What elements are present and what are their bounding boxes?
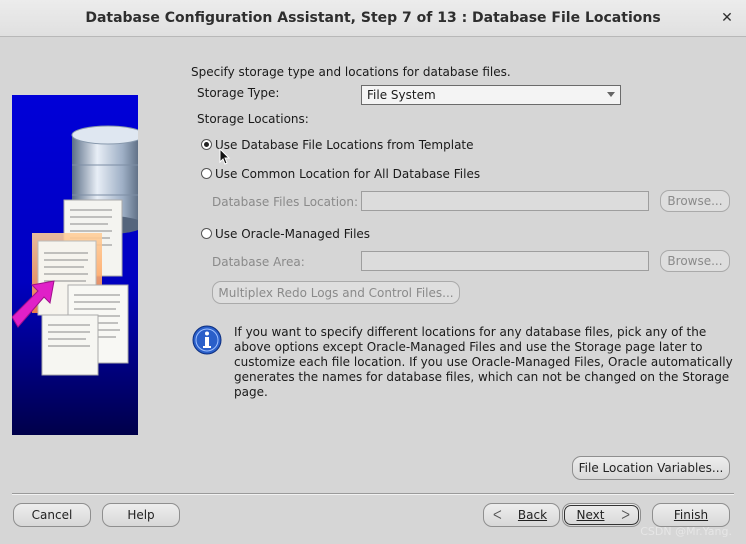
storage-type-label: Storage Type: bbox=[197, 86, 280, 100]
browse-database-area-button[interactable]: Browse... bbox=[660, 250, 730, 272]
window-title: Database Configuration Assistant, Step 7… bbox=[85, 10, 661, 26]
finish-button[interactable]: Finish bbox=[652, 503, 730, 527]
chevron-down-icon bbox=[607, 92, 615, 97]
info-message: If you want to specify different locatio… bbox=[234, 325, 733, 399]
database-files-illustration bbox=[12, 95, 138, 435]
radio-common-location[interactable] bbox=[201, 168, 212, 179]
database-area-input[interactable] bbox=[361, 251, 649, 271]
browse-files-location-button[interactable]: Browse... bbox=[660, 190, 730, 212]
next-button[interactable]: Next ᐳ bbox=[562, 503, 641, 527]
back-button[interactable]: ᐸ Back bbox=[483, 503, 560, 527]
database-area-label: Database Area: bbox=[212, 255, 305, 269]
dialog-body: Specify storage type and locations for d… bbox=[0, 38, 746, 544]
option-oracle-managed-label[interactable]: Use Oracle-Managed Files bbox=[215, 227, 370, 241]
info-icon bbox=[192, 325, 222, 355]
close-icon[interactable]: ✕ bbox=[718, 9, 736, 27]
chevron-right-icon: ᐳ bbox=[621, 508, 630, 522]
database-files-location-input[interactable] bbox=[361, 191, 649, 211]
wizard-illustration bbox=[12, 95, 138, 435]
chevron-left-icon: ᐸ bbox=[493, 508, 502, 522]
help-button[interactable]: Help bbox=[102, 503, 180, 527]
storage-type-select[interactable]: File System bbox=[361, 85, 621, 105]
multiplex-redo-logs-button[interactable]: Multiplex Redo Logs and Control Files... bbox=[212, 281, 460, 304]
database-files-location-label: Database Files Location: bbox=[212, 195, 359, 209]
option-template-locations-label[interactable]: Use Database File Locations from Templat… bbox=[215, 138, 474, 152]
cancel-button[interactable]: Cancel bbox=[13, 503, 91, 527]
back-button-label: Back bbox=[517, 508, 548, 522]
title-bar: Database Configuration Assistant, Step 7… bbox=[0, 0, 746, 37]
footer-separator bbox=[12, 493, 734, 495]
radio-template-locations[interactable] bbox=[201, 139, 212, 150]
radio-oracle-managed[interactable] bbox=[201, 228, 212, 239]
file-location-variables-button[interactable]: File Location Variables... bbox=[572, 456, 730, 480]
page-description: Specify storage type and locations for d… bbox=[191, 65, 511, 79]
mouse-cursor-icon bbox=[219, 148, 231, 165]
option-common-location-label[interactable]: Use Common Location for All Database Fil… bbox=[215, 167, 480, 181]
storage-locations-label: Storage Locations: bbox=[197, 112, 309, 126]
finish-button-label: Finish bbox=[673, 508, 709, 522]
next-button-label: Next bbox=[576, 508, 605, 522]
watermark: CSDN @Mr.Yang. bbox=[640, 525, 732, 538]
storage-type-value: File System bbox=[367, 88, 436, 102]
